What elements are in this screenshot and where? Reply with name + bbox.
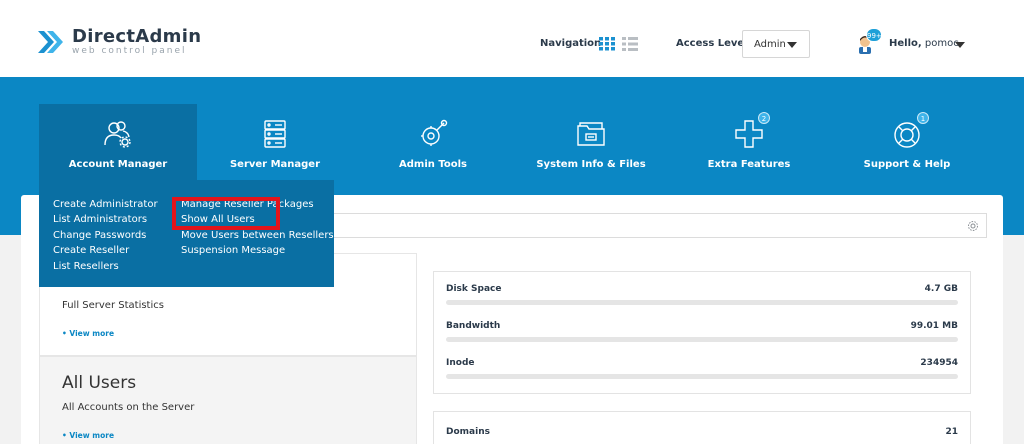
dropdown-column-1: Create Administrator List Administrators… xyxy=(53,197,158,274)
menu-link-list-administrators[interactable]: List Administrators xyxy=(53,212,158,227)
stat-value: 99.01 MB xyxy=(910,321,958,331)
panel-title: All Users xyxy=(62,373,137,393)
chevron-down-icon xyxy=(787,42,797,48)
support-help-badge: 1 xyxy=(917,112,929,124)
stat-bar xyxy=(446,374,958,379)
menu-label: System Info & Files xyxy=(536,159,646,170)
menu-link-list-resellers[interactable]: List Resellers xyxy=(53,259,158,274)
menu-link-suspension-message[interactable]: Suspension Message xyxy=(181,243,285,258)
lifebuoy-icon xyxy=(894,122,920,148)
menu-support-help[interactable]: 1 Support & Help xyxy=(828,104,986,180)
menu-extra-features[interactable]: 2 Extra Features xyxy=(670,104,828,180)
stat-bar xyxy=(446,337,958,342)
menu-label: Account Manager xyxy=(68,159,168,170)
panel-subtitle: Full Server Statistics xyxy=(62,300,164,311)
menu-link-change-passwords[interactable]: Change Passwords xyxy=(53,228,158,243)
users-gear-icon xyxy=(104,121,131,148)
list-view-icon[interactable] xyxy=(622,37,638,51)
access-level-value: Admin xyxy=(754,39,786,50)
logo-name: DirectAdmin xyxy=(72,25,202,47)
highlight-box xyxy=(172,197,280,230)
gear-icon[interactable] xyxy=(967,220,979,232)
menu-server-manager[interactable]: Server Manager xyxy=(196,104,354,180)
menu-link-create-administrator[interactable]: Create Administrator xyxy=(53,197,158,212)
stat-name: Inode xyxy=(446,358,475,368)
stat-name: Domains xyxy=(446,427,490,437)
usage-stats-card: Disk Space 4.7 GB Bandwidth 99.01 MB Ino… xyxy=(433,271,971,394)
stat-value: 234954 xyxy=(920,358,958,368)
access-level-select[interactable]: Admin xyxy=(742,30,810,58)
menu-label: Server Manager xyxy=(229,159,321,170)
folder-icon xyxy=(577,122,605,146)
menu-label: Admin Tools xyxy=(399,159,467,170)
tools-icon xyxy=(421,119,448,146)
menu-link-move-users[interactable]: Move Users between Resellers xyxy=(181,228,334,243)
stat-value: 4.7 GB xyxy=(924,284,958,294)
menu-system-info-files[interactable]: System Info & Files xyxy=(512,104,670,180)
extra-features-badge: 2 xyxy=(758,112,770,124)
hello-label: Hello, xyxy=(889,38,922,49)
menu-admin-tools[interactable]: Admin Tools xyxy=(354,104,512,180)
menu-link-create-reseller[interactable]: Create Reseller xyxy=(53,243,158,258)
logo[interactable]: DirectAdmin web control panel xyxy=(36,27,201,57)
view-more-link[interactable]: • View more xyxy=(62,431,114,440)
stat-value: 21 xyxy=(945,427,958,437)
notification-badge[interactable]: 99+ xyxy=(866,28,882,42)
all-users-panel: All Users All Accounts on the Server • V… xyxy=(39,356,417,444)
grid-view-icon[interactable] xyxy=(599,37,615,51)
stat-bar xyxy=(446,300,958,305)
user-menu-chevron-icon[interactable] xyxy=(955,42,965,48)
user-greeting[interactable]: Hello, pomoc xyxy=(889,38,959,49)
navigation-label: Navigation xyxy=(540,38,602,49)
menu-label: Extra Features xyxy=(707,159,791,170)
username: pomoc xyxy=(924,38,959,49)
domains-stats-card: Domains 21 xyxy=(433,411,971,444)
logo-subtitle: web control panel xyxy=(72,45,187,56)
server-icon xyxy=(264,120,286,148)
menu-label: Support & Help xyxy=(863,159,951,170)
logo-mark-icon xyxy=(38,31,63,53)
access-level-label: Access Level xyxy=(676,38,748,49)
panel-subtitle: All Accounts on the Server xyxy=(62,402,195,413)
stat-name: Bandwidth xyxy=(446,321,501,331)
stat-name: Disk Space xyxy=(446,284,502,294)
top-header: DirectAdmin web control panel Navigation… xyxy=(0,0,1024,77)
search-input[interactable] xyxy=(318,213,987,238)
view-more-link[interactable]: • View more xyxy=(62,329,114,338)
menu-account-manager[interactable]: Account Manager xyxy=(39,104,197,180)
